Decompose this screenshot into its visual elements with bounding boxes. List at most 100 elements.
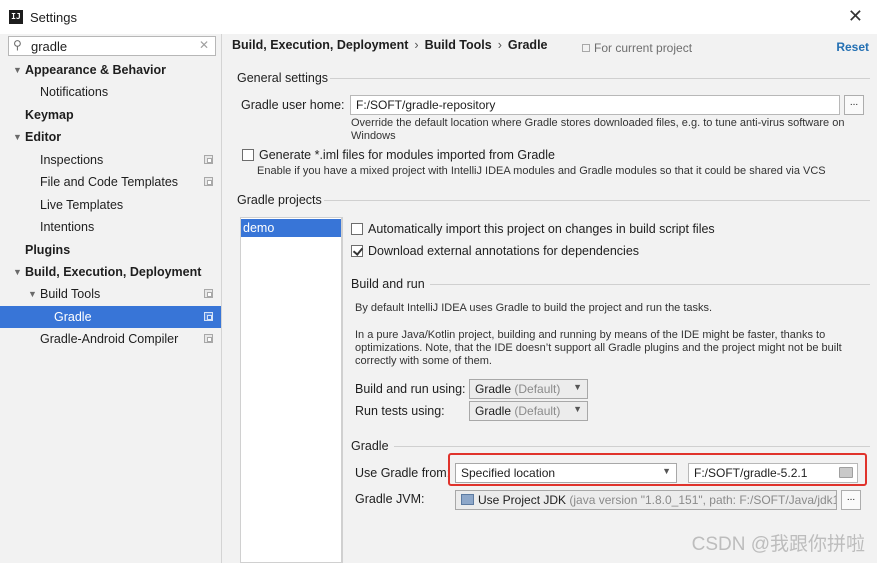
checkbox-checked-icon[interactable] <box>351 245 363 257</box>
settings-content: Build, Execution, Deployment › Build Tools… <box>222 34 877 563</box>
section-divider <box>330 78 870 79</box>
build-run-using-select[interactable]: Gradle (Default) ▼ <box>469 379 588 399</box>
settings-search-box[interactable]: ⚲ ✕ <box>8 36 216 56</box>
sidebar-item-label: Gradle-Android Compiler <box>40 332 179 346</box>
sidebar-item-label: Notifications <box>40 85 109 99</box>
gradle-projects-title: Gradle projects <box>237 193 322 207</box>
sidebar-item-file-code-templates[interactable]: File and Code Templates <box>0 171 221 193</box>
sidebar-item-build-tools[interactable]: ▼ Build Tools <box>0 283 221 305</box>
build-run-description: In a pure Java/Kotlin project, building … <box>355 329 826 341</box>
sidebar-item-label: Build, Execution, Deployment <box>25 265 202 279</box>
sidebar-item-plugins[interactable]: Plugins <box>0 239 221 261</box>
breadcrumb-separator: › <box>414 38 419 52</box>
gradle-home-hint: Windows <box>351 130 396 142</box>
breadcrumb: Build, Execution, Deployment › Build Tools… <box>232 38 548 52</box>
reset-link[interactable]: Reset <box>836 40 869 54</box>
checkbox-icon[interactable] <box>242 149 254 161</box>
build-and-run-title: Build and run <box>351 277 425 291</box>
sidebar-item-live-templates[interactable]: Live Templates <box>0 194 221 216</box>
chevron-down-icon: ▼ <box>573 382 582 392</box>
sidebar-item-label: Plugins <box>25 243 71 257</box>
sidebar-item-label: Intentions <box>40 220 95 234</box>
sidebar-item-appearance-behavior[interactable]: ▼ Appearance & Behavior <box>0 59 221 81</box>
sidebar-item-label: Build Tools <box>40 287 101 301</box>
section-divider <box>324 200 870 201</box>
window-title: Settings <box>30 10 77 25</box>
build-run-description: correctly with some of them. <box>355 355 492 367</box>
chevron-down-icon[interactable]: ▼ <box>28 283 37 305</box>
sidebar-item-gradle[interactable]: Gradle <box>0 306 221 328</box>
sidebar-item-keymap[interactable]: Keymap <box>0 104 221 126</box>
sidebar-item-intentions[interactable]: Intentions <box>0 216 221 238</box>
jdk-icon <box>461 494 474 505</box>
breadcrumb-item: Build, Execution, Deployment <box>232 38 409 52</box>
gradle-jvm-label: Gradle JVM: <box>355 492 425 506</box>
breadcrumb-separator: › <box>497 38 502 52</box>
select-value: Gradle <box>475 382 512 396</box>
chevron-down-icon: ▼ <box>573 404 582 414</box>
auto-import-checkbox[interactable]: Automatically import this project on cha… <box>351 222 715 240</box>
sidebar-item-label: Editor <box>25 130 62 144</box>
gradle-user-home-field[interactable]: F:/SOFT/gradle-repository <box>350 95 840 115</box>
select-value-suffix: (Default) <box>514 382 561 396</box>
run-tests-using-select[interactable]: Gradle (Default) ▼ <box>469 401 588 421</box>
highlight-annotation-box <box>448 453 867 486</box>
search-input[interactable] <box>31 38 191 54</box>
use-gradle-from-label: Use Gradle from: <box>355 466 451 480</box>
sidebar-item-editor[interactable]: ▼ Editor <box>0 126 221 148</box>
sidebar-item-label: Keymap <box>25 108 74 122</box>
settings-sidebar: ⚲ ✕ ▼ Appearance & Behavior Notification… <box>0 34 222 563</box>
checkbox-label: Automatically import this project on cha… <box>368 222 715 236</box>
close-icon[interactable]: ✕ <box>848 6 863 27</box>
gradle-projects-list[interactable]: demo <box>240 217 342 563</box>
gradle-jvm-select[interactable]: Use Project JDK (java version "1.8.0_151… <box>455 490 837 510</box>
project-scope-icon <box>204 312 213 321</box>
browse-button[interactable]: ... <box>844 95 864 115</box>
watermark-text: CSDN @我跟你拼啦 <box>691 534 865 555</box>
download-annotations-checkbox[interactable]: Download external annotations for depend… <box>351 244 639 262</box>
sidebar-item-build-execution-deployment[interactable]: ▼ Build, Execution, Deployment <box>0 261 221 283</box>
sidebar-item-label: Appearance & Behavior <box>25 63 167 77</box>
build-run-using-label: Build and run using: <box>355 382 466 396</box>
title-bar: IJ Settings ✕ <box>0 0 877 34</box>
checkbox-label: Download external annotations for depend… <box>368 244 640 258</box>
breadcrumb-item: Gradle <box>507 38 548 52</box>
sidebar-item-label: Gradle <box>54 310 92 324</box>
section-divider <box>430 284 870 285</box>
sidebar-item-label: Live Templates <box>40 198 124 212</box>
general-settings-title: General settings <box>237 71 329 85</box>
section-divider <box>394 446 870 447</box>
checkbox-label: Generate *.iml files for modules importe… <box>259 148 555 162</box>
sidebar-item-label: File and Code Templates <box>40 175 179 189</box>
panel-divider <box>342 217 343 563</box>
sidebar-item-label: Inspections <box>40 153 104 167</box>
chevron-down-icon[interactable]: ▼ <box>13 126 22 148</box>
generate-iml-hint: Enable if you have a mixed project with … <box>257 165 826 177</box>
gradle-home-hint: Override the default location where Grad… <box>351 117 845 129</box>
project-item-demo[interactable]: demo <box>241 219 341 237</box>
search-icon: ⚲ <box>13 38 22 52</box>
project-scope-icon <box>204 177 213 186</box>
project-scope-icon <box>582 44 590 52</box>
chevron-down-icon[interactable]: ▼ <box>13 261 22 283</box>
project-scope-icon <box>204 155 213 164</box>
clear-search-icon[interactable]: ✕ <box>199 38 209 52</box>
sidebar-item-inspections[interactable]: Inspections <box>0 149 221 171</box>
generate-iml-checkbox[interactable]: Generate *.iml files for modules importe… <box>242 148 555 166</box>
checkbox-icon[interactable] <box>351 223 363 235</box>
chevron-down-icon[interactable]: ▼ <box>13 59 22 81</box>
jvm-browse-button[interactable]: ... <box>841 490 861 510</box>
sidebar-item-gradle-android-compiler[interactable]: Gradle-Android Compiler <box>0 328 221 350</box>
gradle-user-home-label: Gradle user home: <box>241 98 345 112</box>
build-run-description: optimizations. Note, that the IDE doesn’… <box>355 342 842 354</box>
sidebar-item-notifications[interactable]: Notifications <box>0 81 221 103</box>
scope-indicator: For current project <box>582 41 692 55</box>
project-scope-icon <box>204 289 213 298</box>
select-value: Gradle <box>475 404 512 418</box>
scope-label: For current project <box>594 41 693 55</box>
gradle-section-title: Gradle <box>351 439 389 453</box>
select-value-detail: (java version "1.8.0_151", path: F:/SOFT… <box>569 493 837 507</box>
run-tests-using-label: Run tests using: <box>355 404 445 418</box>
project-scope-icon <box>204 334 213 343</box>
select-value-suffix: (Default) <box>514 404 561 418</box>
